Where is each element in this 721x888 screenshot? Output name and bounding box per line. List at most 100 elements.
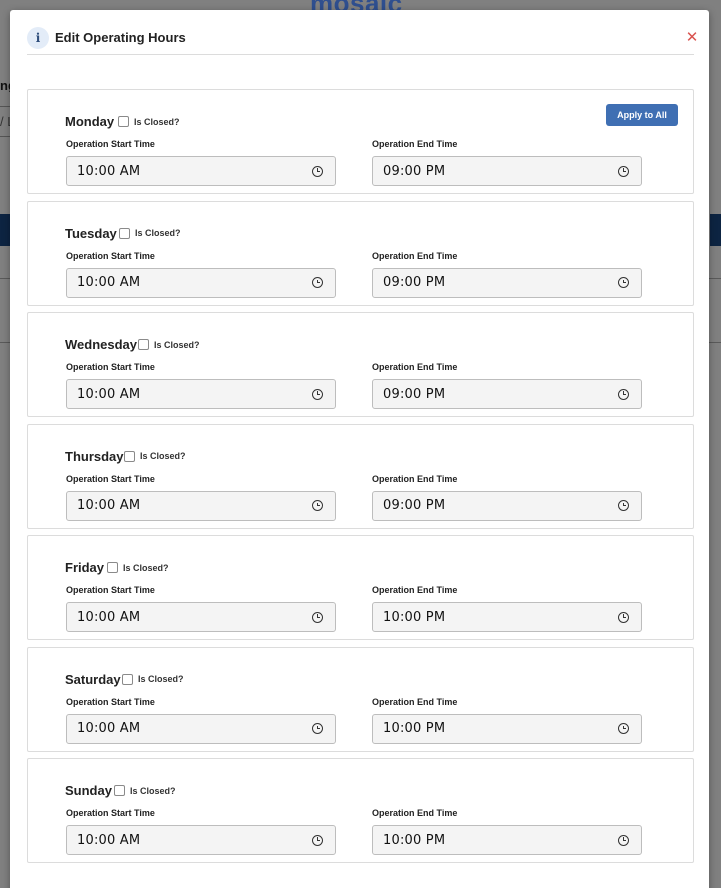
is-closed-label: Is Closed? xyxy=(134,116,180,127)
is-closed-label: Is Closed? xyxy=(154,339,200,350)
start-time-label: Operation Start Time xyxy=(66,250,155,261)
day-name: Thursday xyxy=(65,448,124,464)
close-button[interactable]: ✕ xyxy=(682,27,702,47)
start-time-value: 10:00 AM xyxy=(77,832,141,848)
clock-icon[interactable] xyxy=(618,388,629,400)
is-closed-control[interactable]: Is Closed? xyxy=(118,116,180,127)
end-time-label: Operation End Time xyxy=(372,139,458,149)
edit-operating-hours-modal: i Edit Operating Hours ✕ Monday Is Close… xyxy=(10,10,709,888)
clock-icon[interactable] xyxy=(618,500,629,511)
day-name: Wednesday xyxy=(65,337,138,352)
is-closed-checkbox[interactable] xyxy=(114,785,125,796)
clock-icon[interactable] xyxy=(312,277,323,288)
clock-icon[interactable] xyxy=(312,611,323,623)
end-time-input[interactable]: 10:00 PM xyxy=(372,825,642,855)
is-closed-control[interactable]: Is Closed? xyxy=(122,673,184,685)
start-time-label: Operation Start Time xyxy=(66,473,155,484)
apply-to-all-button[interactable]: Apply to All xyxy=(606,104,678,126)
start-time-label: Operation Start Time xyxy=(66,139,155,149)
close-icon: ✕ xyxy=(685,28,699,46)
end-time-input[interactable]: 10:00 PM xyxy=(372,602,642,632)
day-name: Friday xyxy=(65,560,105,575)
day-card-sunday: Sunday Is Closed? Operation Start Time O… xyxy=(27,758,694,863)
is-closed-control[interactable]: Is Closed? xyxy=(138,339,200,350)
end-time-input[interactable]: 10:00 PM xyxy=(372,713,642,744)
end-time-input[interactable]: 09:00 PM xyxy=(372,379,642,409)
clock-icon[interactable] xyxy=(618,834,629,846)
clock-icon[interactable] xyxy=(618,723,629,734)
is-closed-checkbox[interactable] xyxy=(122,673,133,685)
day-name: Monday xyxy=(65,114,115,129)
start-time-label: Operation Start Time xyxy=(66,808,155,818)
clock-icon[interactable] xyxy=(312,834,323,846)
end-time-label: Operation End Time xyxy=(372,808,458,818)
end-time-value: 10:00 PM xyxy=(383,832,446,848)
end-time-value: 10:00 PM xyxy=(383,609,446,625)
day-name: Sunday xyxy=(65,783,112,798)
end-time-value: 09:00 PM xyxy=(383,498,446,513)
start-time-label: Operation Start Time xyxy=(66,585,155,595)
is-closed-checkbox[interactable] xyxy=(118,116,129,127)
end-time-input[interactable]: 09:00 PM xyxy=(372,490,642,521)
start-time-label: Operation Start Time xyxy=(66,696,155,707)
day-name: Saturday xyxy=(65,671,121,687)
clock-icon[interactable] xyxy=(618,611,629,623)
is-closed-control[interactable]: Is Closed? xyxy=(124,450,186,462)
start-time-value: 10:00 AM xyxy=(77,163,141,179)
clock-icon[interactable] xyxy=(312,165,323,177)
start-time-input[interactable]: 10:00 AM xyxy=(66,379,336,409)
is-closed-control[interactable]: Is Closed? xyxy=(114,785,176,796)
day-name: Tuesday xyxy=(65,225,117,241)
is-closed-checkbox[interactable] xyxy=(138,339,149,350)
end-time-input[interactable]: 09:00 PM xyxy=(372,267,642,298)
modal-title: Edit Operating Hours xyxy=(55,30,186,45)
start-time-value: 10:00 AM xyxy=(77,721,141,736)
is-closed-checkbox[interactable] xyxy=(124,450,135,462)
end-time-label: Operation End Time xyxy=(372,250,458,261)
day-card-friday: Friday Is Closed? Operation Start Time O… xyxy=(27,535,694,640)
day-card-monday: Monday Is Closed? Operation Start Time O… xyxy=(27,89,694,194)
start-time-input[interactable]: 10:00 AM xyxy=(66,602,336,632)
is-closed-label: Is Closed? xyxy=(123,562,169,573)
end-time-label: Operation End Time xyxy=(372,362,458,372)
start-time-value: 10:00 AM xyxy=(77,386,141,402)
background-divider xyxy=(0,106,10,107)
start-time-input[interactable]: 10:00 AM xyxy=(66,156,336,186)
is-closed-control[interactable]: Is Closed? xyxy=(119,227,181,239)
days-list: Monday Is Closed? Operation Start Time O… xyxy=(27,89,694,870)
info-icon: i xyxy=(27,27,49,49)
is-closed-label: Is Closed? xyxy=(130,785,176,796)
is-closed-checkbox[interactable] xyxy=(119,227,130,239)
end-time-input[interactable]: 09:00 PM xyxy=(372,156,642,186)
is-closed-label: Is Closed? xyxy=(140,451,186,461)
modal-header: i Edit Operating Hours ✕ xyxy=(27,24,698,55)
day-card-saturday: Saturday Is Closed? Operation Start Time… xyxy=(27,646,694,752)
start-time-input[interactable]: 10:00 AM xyxy=(66,490,336,521)
is-closed-label: Is Closed? xyxy=(138,674,184,684)
start-time-input[interactable]: 10:00 AM xyxy=(66,713,336,744)
start-time-value: 10:00 AM xyxy=(77,275,141,290)
end-time-value: 09:00 PM xyxy=(383,275,446,290)
start-time-label: Operation Start Time xyxy=(66,362,155,372)
end-time-value: 10:00 PM xyxy=(383,721,446,736)
end-time-label: Operation End Time xyxy=(372,473,458,484)
is-closed-label: Is Closed? xyxy=(135,228,181,238)
start-time-input[interactable]: 10:00 AM xyxy=(66,267,336,298)
clock-icon[interactable] xyxy=(312,388,323,400)
clock-icon[interactable] xyxy=(312,723,323,734)
end-time-label: Operation End Time xyxy=(372,585,458,595)
start-time-value: 10:00 AM xyxy=(77,609,141,625)
day-card-wednesday: Wednesday Is Closed? Operation Start Tim… xyxy=(27,312,694,417)
is-closed-checkbox[interactable] xyxy=(107,562,118,573)
clock-icon[interactable] xyxy=(312,500,323,511)
clock-icon[interactable] xyxy=(618,165,629,177)
end-time-label: Operation End Time xyxy=(372,696,458,707)
clock-icon[interactable] xyxy=(618,277,629,288)
start-time-input[interactable]: 10:00 AM xyxy=(66,825,336,855)
background-header-band xyxy=(710,214,721,246)
background-divider xyxy=(0,136,10,137)
is-closed-control[interactable]: Is Closed? xyxy=(107,562,169,573)
start-time-value: 10:00 AM xyxy=(77,498,141,513)
end-time-value: 09:00 PM xyxy=(383,386,446,402)
end-time-value: 09:00 PM xyxy=(383,163,446,179)
